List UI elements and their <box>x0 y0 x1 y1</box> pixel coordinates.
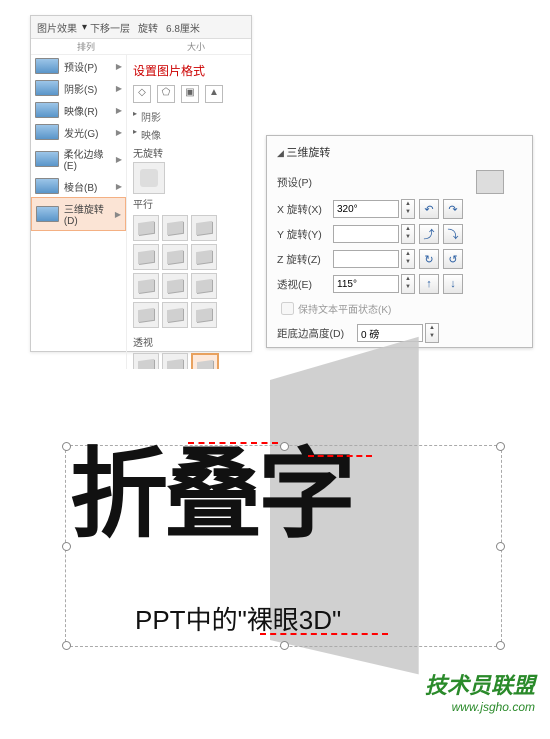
rotate-right-icon[interactable]: ↷ <box>443 199 463 219</box>
preset-thumb[interactable] <box>191 273 217 299</box>
preset-thumb[interactable] <box>191 244 217 270</box>
main-text[interactable]: 折叠字 <box>70 445 352 543</box>
menu-3d-rotation[interactable]: 三维旋转(D)▶ <box>31 197 126 231</box>
resize-handle[interactable] <box>280 641 289 650</box>
perspective-presets <box>133 353 245 369</box>
menu-preset[interactable]: 预设(P)▶ <box>31 55 126 77</box>
menu-soft-edges[interactable]: 柔化边缘(E)▶ <box>31 143 126 175</box>
preset-thumb[interactable] <box>133 215 159 241</box>
no-rotation-label: 无旋转 <box>133 145 245 160</box>
effects-menu: 预设(P)▶ 阴影(S)▶ 映像(R)▶ 发光(G)▶ 柔化边缘(E)▶ 棱台(… <box>31 55 127 369</box>
rotate-down-icon[interactable]: ⤵ <box>443 224 463 244</box>
y-spinner[interactable]: ▲▼ <box>401 224 415 244</box>
rotate-up-icon[interactable]: ⤴ <box>419 224 439 244</box>
z-rotation-label: Z 旋转(Z) <box>277 252 333 267</box>
annotation-line <box>188 442 278 444</box>
watermark-url: www.jsgho.com <box>425 700 535 714</box>
watermark: 技术员联盟 www.jsgho.com <box>425 668 535 714</box>
y-rotation-input[interactable] <box>333 225 399 243</box>
menu-shadow[interactable]: 阴影(S)▶ <box>31 77 126 99</box>
3d-rotation-properties: 三维旋转 预设(P) X 旋转(X) ▲▼ ↶ ↷ Y 旋转(Y) ▲▼ ⤴ ⤵… <box>266 135 533 348</box>
preset-label: 预设(P) <box>277 175 333 190</box>
subtitle-text[interactable]: PPT中的"裸眼3D" <box>135 600 341 637</box>
section-reflection[interactable]: 映像 <box>133 127 245 142</box>
menu-reflection[interactable]: 映像(R)▶ <box>31 99 126 121</box>
rotate-cw-icon[interactable]: ↻ <box>419 249 439 269</box>
preset-none[interactable] <box>133 162 165 194</box>
keep-text-flat-label: 保持文本平面状态(K) <box>298 301 391 316</box>
preset-thumb[interactable] <box>162 302 188 328</box>
rotate-left-icon[interactable]: ↶ <box>419 199 439 219</box>
preset-dropdown[interactable] <box>476 170 504 194</box>
perspective-input[interactable] <box>333 275 399 293</box>
preset-thumb[interactable] <box>162 244 188 270</box>
preset-thumb[interactable] <box>162 273 188 299</box>
preset-thumb-selected[interactable] <box>191 353 219 369</box>
send-backward-button[interactable]: 下移一层 <box>87 19 133 36</box>
keep-text-flat-checkbox <box>281 302 294 315</box>
resize-handle[interactable] <box>496 542 505 551</box>
annotation-line <box>308 455 372 457</box>
picture-tab-icon[interactable]: ▲ <box>205 85 223 103</box>
perspective-wide-icon[interactable]: ↓ <box>443 274 463 294</box>
slide-canvas: 折叠字 PPT中的"裸眼3D" <box>50 370 500 680</box>
z-spinner[interactable]: ▲▼ <box>401 249 415 269</box>
ribbon-toolbar: 图片效果 ▾ 下移一层 旋转 6.8厘米 <box>31 16 251 39</box>
perspective-label: 透视 <box>133 334 245 349</box>
preset-thumb[interactable] <box>133 244 159 270</box>
preset-thumb[interactable] <box>191 302 217 328</box>
format-tabs[interactable]: ◇ ⬠ ▣ ▲ <box>133 85 245 103</box>
preset-thumb[interactable] <box>162 215 188 241</box>
height-label: 6.8厘米 <box>163 19 203 36</box>
rotate-button[interactable]: 旋转 <box>135 19 161 36</box>
distance-label: 距底边高度(D) <box>277 326 357 341</box>
preset-thumb[interactable] <box>133 353 159 369</box>
picture-effects-panel: 图片效果 ▾ 下移一层 旋转 6.8厘米 排列 大小 预设(P)▶ 阴影(S)▶… <box>30 15 252 352</box>
resize-handle[interactable] <box>62 641 71 650</box>
x-rotation-input[interactable] <box>333 200 399 218</box>
preset-thumb[interactable] <box>133 273 159 299</box>
menu-glow[interactable]: 发光(G)▶ <box>31 121 126 143</box>
rotate-ccw-icon[interactable]: ↺ <box>443 249 463 269</box>
fill-tab-icon[interactable]: ◇ <box>133 85 151 103</box>
menu-bevel[interactable]: 棱台(B)▶ <box>31 175 126 197</box>
distance-spinner[interactable]: ▲▼ <box>425 323 439 343</box>
resize-handle[interactable] <box>496 442 505 451</box>
annotation-line <box>260 633 388 635</box>
x-spinner[interactable]: ▲▼ <box>401 199 415 219</box>
preset-thumb[interactable] <box>133 302 159 328</box>
section-shadow[interactable]: 阴影 <box>133 109 245 124</box>
parallel-presets <box>133 215 245 328</box>
perspective-spinner[interactable]: ▲▼ <box>401 274 415 294</box>
parallel-label: 平行 <box>133 196 245 211</box>
format-picture-pane: 设置图片格式 ◇ ⬠ ▣ ▲ 阴影 映像 无旋转 平行 <box>127 55 251 369</box>
watermark-title: 技术员联盟 <box>425 668 535 700</box>
preset-thumb[interactable] <box>191 215 217 241</box>
format-picture-title: 设置图片格式 <box>133 62 245 79</box>
preset-thumb[interactable] <box>162 353 188 369</box>
arrange-group-label: 排列 <box>77 40 95 53</box>
perspective-prop-label: 透视(E) <box>277 277 333 292</box>
perspective-narrow-icon[interactable]: ↑ <box>419 274 439 294</box>
effects-tab-icon[interactable]: ⬠ <box>157 85 175 103</box>
size-group-label: 大小 <box>187 40 205 53</box>
y-rotation-label: Y 旋转(Y) <box>277 227 333 242</box>
resize-handle[interactable] <box>496 641 505 650</box>
z-rotation-input[interactable] <box>333 250 399 268</box>
picture-effects-button[interactable]: 图片效果 <box>34 19 80 36</box>
size-tab-icon[interactable]: ▣ <box>181 85 199 103</box>
3d-rotation-title: 三维旋转 <box>277 144 522 160</box>
x-rotation-label: X 旋转(X) <box>277 202 333 217</box>
